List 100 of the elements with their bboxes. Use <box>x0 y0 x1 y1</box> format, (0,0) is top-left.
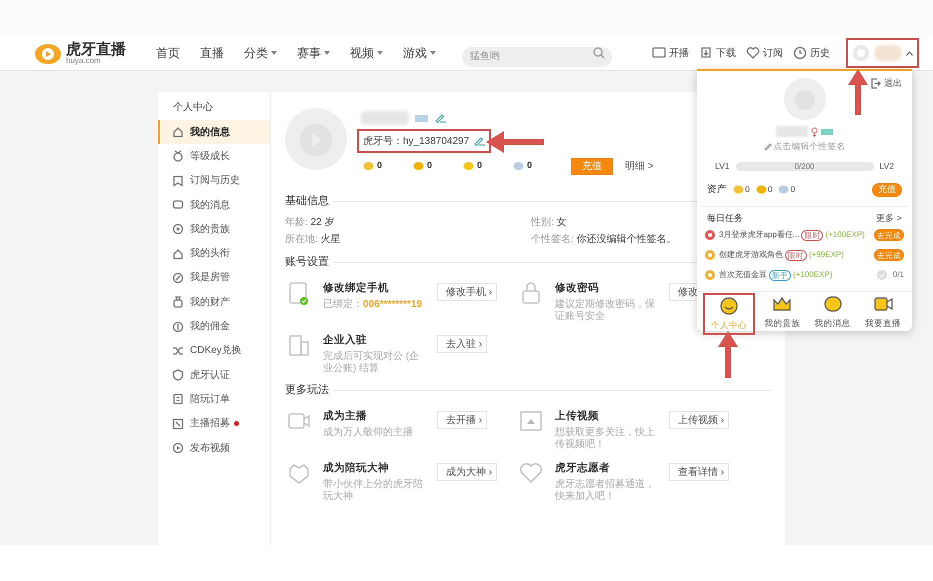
nav-link[interactable]: 游戏 <box>403 44 436 62</box>
header-link[interactable]: 开播 <box>652 46 689 60</box>
avatar-icon <box>285 108 347 170</box>
section-title: 更多玩法 <box>285 382 329 398</box>
check-icon <box>876 270 887 280</box>
sidebar-item[interactable]: 订阅与历史 <box>158 168 270 193</box>
shield-icon <box>172 369 184 382</box>
item-title: 成为主播 <box>323 409 368 424</box>
nav-link[interactable]: 视频 <box>350 44 383 62</box>
sidebar-item[interactable]: 主播招募 <box>158 412 270 436</box>
nav-link[interactable]: 分类 <box>244 44 277 62</box>
medal-icon <box>172 150 184 162</box>
bookmark-icon <box>172 174 184 187</box>
action-button[interactable]: 去入驻 › <box>437 335 488 353</box>
caret-icon <box>430 51 436 55</box>
smiley-icon <box>719 296 740 316</box>
item-description: 带小伙伴上分的虎牙陪玩大神 <box>323 478 424 503</box>
action-button[interactable]: 上传视频 › <box>669 411 730 429</box>
progress-text: 0/200 <box>793 162 816 171</box>
nav-link[interactable]: 赛事 <box>297 44 330 62</box>
nav-link[interactable]: 直播 <box>200 44 224 62</box>
avatar-icon <box>784 78 826 120</box>
info-field: 个性签名: 你还没编辑个性签名。 <box>531 232 677 246</box>
item-description: 想获取更多关注，快上传视频吧！ <box>555 426 656 451</box>
sidebar-item[interactable]: 我的财产 <box>158 290 270 314</box>
item-description: 已绑定：006********19 <box>323 298 423 311</box>
popup-tab[interactable]: 我的贵族 <box>759 294 806 334</box>
play-icon <box>172 442 184 454</box>
caret-icon <box>271 51 277 55</box>
caret-icon <box>377 51 383 55</box>
popup-tab[interactable]: 我的消息 <box>810 294 856 334</box>
balance-value: 0 <box>427 159 432 172</box>
sidebar-item[interactable]: 发布视频 <box>158 436 270 460</box>
asset-value: 0 <box>768 183 772 196</box>
heart-icon <box>746 46 760 60</box>
shuffle-icon <box>172 344 184 357</box>
action-button[interactable]: 修改手机 › <box>437 283 498 301</box>
sidebar-item[interactable]: CDKey兑换 <box>158 338 270 363</box>
house-icon <box>172 248 184 260</box>
sidebar-item[interactable]: 我的信息 <box>158 120 270 144</box>
item-title: 企业入驻 <box>323 333 368 348</box>
edit-icon[interactable] <box>434 113 446 123</box>
task-reward: (+100EXP) <box>793 269 832 282</box>
level-label: LV1 <box>715 160 730 172</box>
bag-icon <box>172 296 184 308</box>
popup-tab[interactable]: 我要直播 <box>860 294 906 334</box>
logout-icon <box>870 78 881 90</box>
logo-subtitle: huya.com <box>66 56 102 64</box>
clock-icon <box>793 46 807 60</box>
task-name: 首次充值金豆 <box>719 269 767 282</box>
more-link[interactable]: 更多 > <box>876 212 902 226</box>
sidebar-item[interactable]: 虎牙认证 <box>158 362 270 388</box>
search-icon[interactable] <box>593 47 605 59</box>
item-description: 完成后可实现对公 (企业公账) 结算 <box>323 350 420 375</box>
balance-value: 0 <box>477 159 482 172</box>
logout-link[interactable]: 退出 <box>870 77 902 90</box>
edit-icon[interactable] <box>473 136 486 146</box>
header-link[interactable]: 历史 <box>793 46 830 60</box>
asset-value: 0 <box>790 183 796 196</box>
sidebar-item[interactable]: 我的贵族 <box>158 217 270 242</box>
phone-icon <box>287 281 311 305</box>
task-name: 创建虎牙游戏角色 <box>719 249 783 262</box>
tiger-logo-icon[interactable] <box>34 41 62 65</box>
screen-icon <box>652 46 666 60</box>
header-link[interactable]: 下载 <box>699 46 736 60</box>
sidebar-item[interactable]: 我是房管 <box>158 266 270 290</box>
sidebar-item[interactable]: 我的佣金 <box>158 314 270 339</box>
item-title: 修改绑定手机 <box>323 281 390 296</box>
caret-icon <box>324 51 330 55</box>
action-button[interactable]: 查看详情 › <box>669 463 730 481</box>
nav-link[interactable]: 首页 <box>156 44 180 62</box>
task-counter: 0/1 <box>892 269 904 282</box>
level-badge-icon <box>821 128 833 134</box>
task-reward: (+99EXP) <box>809 249 844 262</box>
item-title: 成为陪玩大神 <box>323 461 390 476</box>
sidebar-item[interactable]: 我的头衔 <box>158 241 270 266</box>
balance-value: 0 <box>527 159 532 172</box>
redacted-name <box>361 111 409 125</box>
item-title: 上传视频 <box>555 409 600 424</box>
action-button[interactable]: 去开播 › <box>437 411 488 429</box>
home-icon <box>172 126 184 138</box>
user-id: 虎牙号：hy_138704297 <box>363 134 470 148</box>
building-icon <box>287 333 311 357</box>
item-description: 虎牙志愿者招募通道，快来加入吧！ <box>555 478 656 503</box>
item-description: 建议定期修改密码，保证账号安全 <box>555 298 656 323</box>
level-label: LV2 <box>880 160 894 172</box>
sidebar-item[interactable]: 陪玩订单 <box>158 387 270 412</box>
redacted-name <box>874 45 902 61</box>
logo-title: 虎牙直播 <box>66 42 126 56</box>
female-icon <box>811 126 818 136</box>
header-link[interactable]: 订阅 <box>746 46 783 60</box>
action-button[interactable]: 成为大神 › <box>437 463 498 481</box>
assets-label: 资产 <box>707 182 727 196</box>
asset-value: 0 <box>745 183 750 196</box>
sidebar-item[interactable]: 等级成长 <box>158 144 270 169</box>
task-name: 3月登录虎牙app看任... <box>719 229 800 242</box>
sidebar-item[interactable]: 我的消息 <box>158 192 270 218</box>
search-field[interactable]: 猛鱼哟 <box>462 46 612 66</box>
details-link[interactable]: 明细 > <box>625 158 654 174</box>
section-title: 账号设置 <box>285 254 329 270</box>
